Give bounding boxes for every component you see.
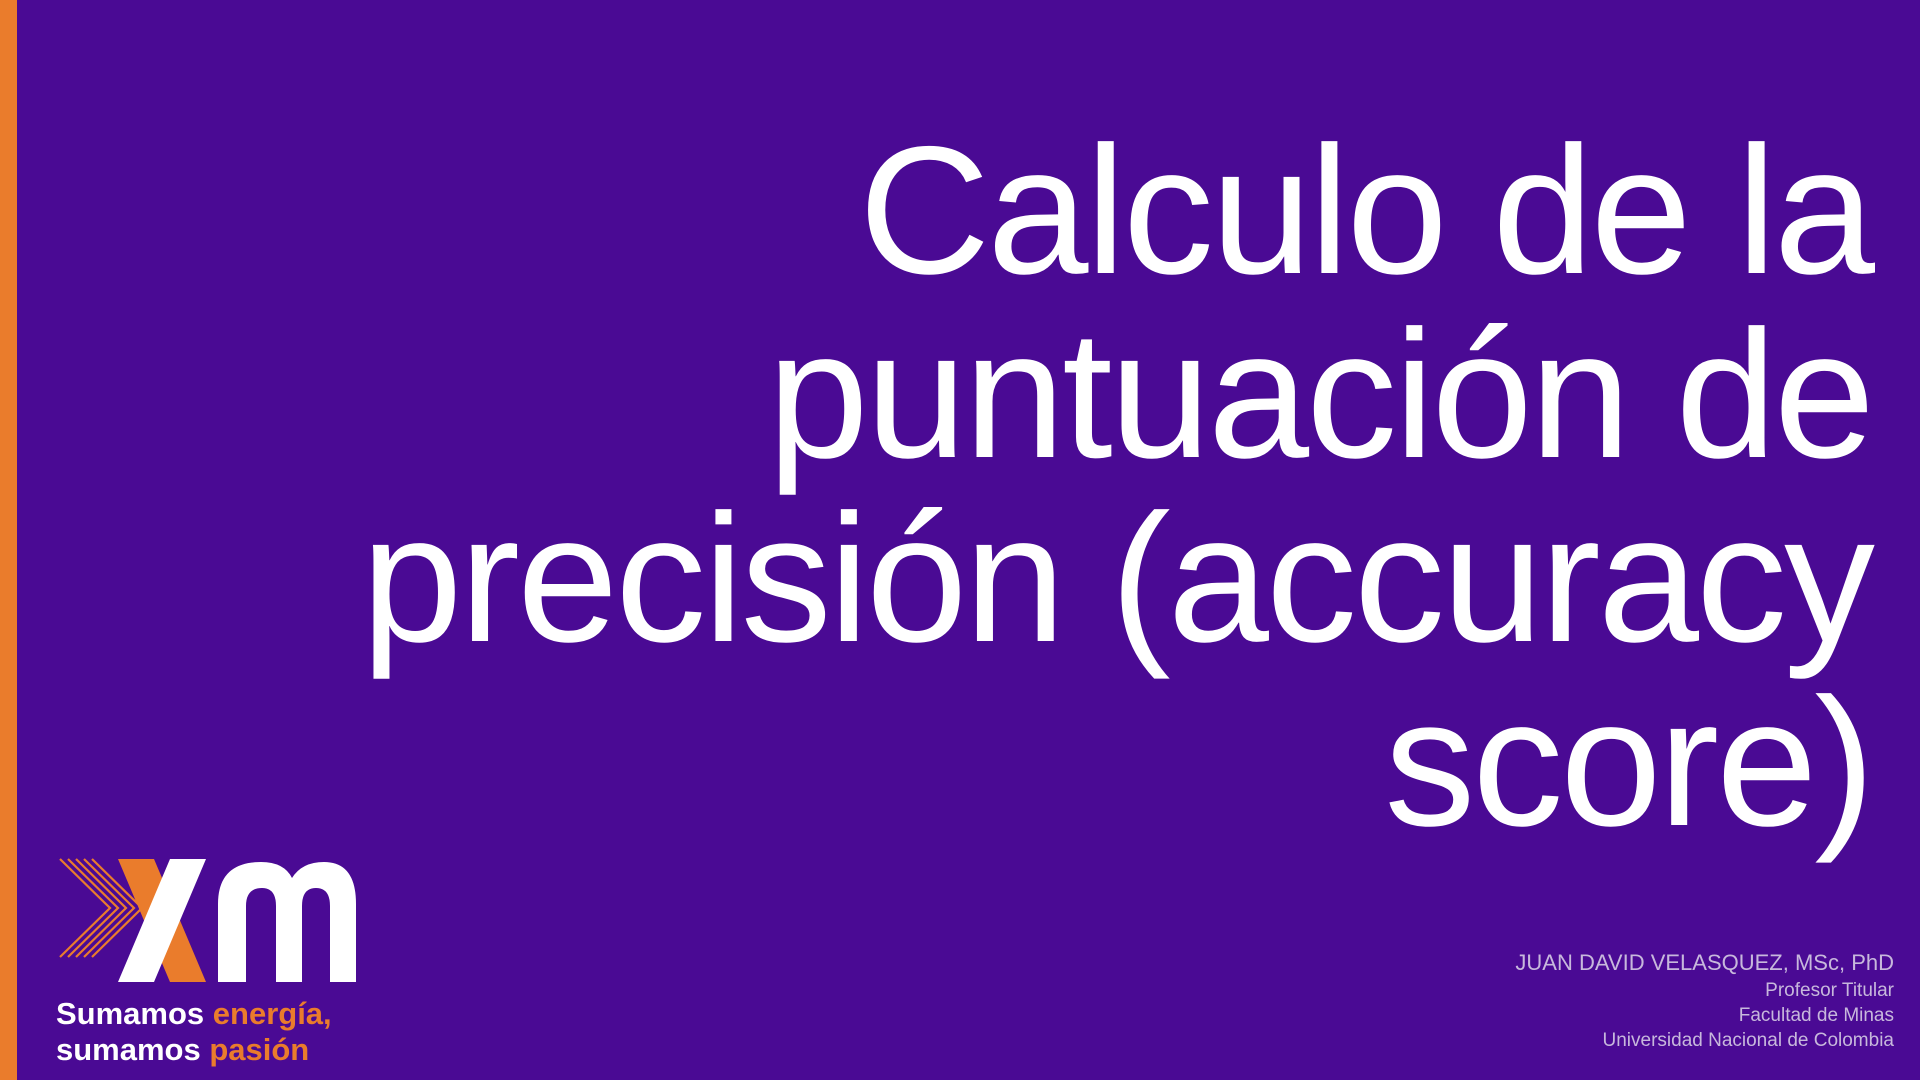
author-faculty: Facultad de Minas <box>1738 1005 1894 1026</box>
tagline-line-2: sumamos pasión <box>56 1032 310 1067</box>
logo-tagline: Sumamos energía, sumamos pasión <box>56 996 332 1068</box>
xm-logo: Sumamos energía, sumamos pasión <box>56 854 376 1067</box>
author-university: Universidad Nacional de Colombia <box>1602 1030 1895 1051</box>
xm-logo-mark <box>59 858 356 982</box>
author-position: Profesor Titular <box>1765 980 1894 1001</box>
left-accent-bar <box>0 0 17 1080</box>
author-block: JUAN DAVID VELASQUEZ, MSc, PhD Profesor … <box>1515 948 1894 1053</box>
author-name: JUAN DAVID VELASQUEZ, MSc, PhD <box>1515 950 1894 975</box>
slide-title: Calculo de la puntuación de precisión (a… <box>361 108 1875 864</box>
tagline-line-1: Sumamos energía, <box>56 996 332 1031</box>
